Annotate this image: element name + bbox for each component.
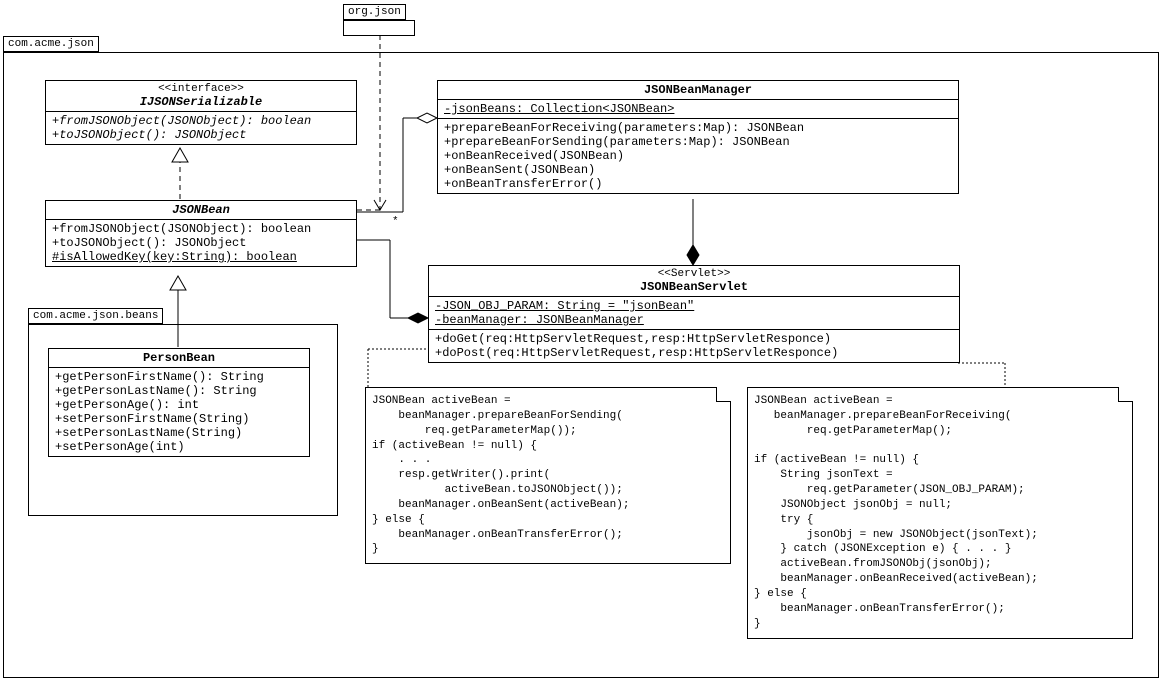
stereotype: <<interface>> — [52, 83, 350, 95]
operation: +getPersonFirstName(): String — [55, 370, 303, 384]
stereotype: <<Servlet>> — [435, 268, 953, 280]
package-tab-acme: com.acme.json — [3, 36, 99, 52]
operation: +prepareBeanForSending(parameters:Map): … — [444, 135, 952, 149]
note-code: JSONBean activeBean = beanManager.prepar… — [754, 394, 1126, 632]
class-title: JSONBean — [52, 203, 350, 217]
operation: +fromJSONObject(JSONObject): boolean — [52, 114, 350, 128]
operation: +onBeanTransferError() — [444, 177, 952, 191]
class-jsonbean: JSONBean +fromJSONObject(JSONObject): bo… — [45, 200, 357, 267]
package-body-orgjson — [343, 20, 415, 36]
operation: +onBeanReceived(JSONBean) — [444, 149, 952, 163]
operation: +doGet(req:HttpServletRequest,resp:HttpS… — [435, 332, 953, 346]
operation: +setPersonFirstName(String) — [55, 412, 303, 426]
class-jsonbeanmanager: JSONBeanManager -jsonBeans: Collection<J… — [437, 80, 959, 194]
operation: +onBeanSent(JSONBean) — [444, 163, 952, 177]
note-code: JSONBean activeBean = beanManager.prepar… — [372, 394, 724, 557]
multiplicity: * — [392, 216, 399, 228]
package-label: com.acme.json — [8, 38, 94, 50]
operation: +setPersonLastName(String) — [55, 426, 303, 440]
class-personbean: PersonBean +getPersonFirstName(): String… — [48, 348, 310, 457]
operation: +toJSONObject(): JSONObject — [52, 128, 350, 142]
operation: +getPersonLastName(): String — [55, 384, 303, 398]
operation: +setPersonAge(int) — [55, 440, 303, 454]
uml-diagram: org.json com.acme.json com.acme.json.bea… — [0, 0, 1161, 681]
operation: +fromJSONObject(JSONObject): boolean — [52, 222, 350, 236]
package-tab-orgjson: org.json — [343, 4, 406, 20]
operation: +toJSONObject(): JSONObject — [52, 236, 350, 250]
class-title: JSONBeanServlet — [435, 280, 953, 294]
class-title: PersonBean — [55, 351, 303, 365]
note-fold-icon — [716, 387, 731, 402]
attribute: -beanManager: JSONBeanManager — [435, 313, 953, 327]
operation: +getPersonAge(): int — [55, 398, 303, 412]
class-title: JSONBeanManager — [444, 83, 952, 97]
operation: #isAllowedKey(key:String): boolean — [52, 250, 350, 264]
note-doget: JSONBean activeBean = beanManager.prepar… — [365, 387, 731, 564]
class-ijsonserializable: <<interface>> IJSONSerializable +fromJSO… — [45, 80, 357, 145]
attribute: -JSON_OBJ_PARAM: String = "jsonBean" — [435, 299, 953, 313]
package-tab-beans: com.acme.json.beans — [28, 308, 163, 324]
note-dopost: JSONBean activeBean = beanManager.prepar… — [747, 387, 1133, 639]
package-label: org.json — [348, 6, 401, 18]
operation: +prepareBeanForReceiving(parameters:Map)… — [444, 121, 952, 135]
class-title: IJSONSerializable — [52, 95, 350, 109]
class-jsonbeanservlet: <<Servlet>> JSONBeanServlet -JSON_OBJ_PA… — [428, 265, 960, 363]
note-fold-icon — [1118, 387, 1133, 402]
operation: +doPost(req:HttpServletRequest,resp:Http… — [435, 346, 953, 360]
package-label: com.acme.json.beans — [33, 310, 158, 322]
attribute: -jsonBeans: Collection<JSONBean> — [444, 102, 952, 116]
